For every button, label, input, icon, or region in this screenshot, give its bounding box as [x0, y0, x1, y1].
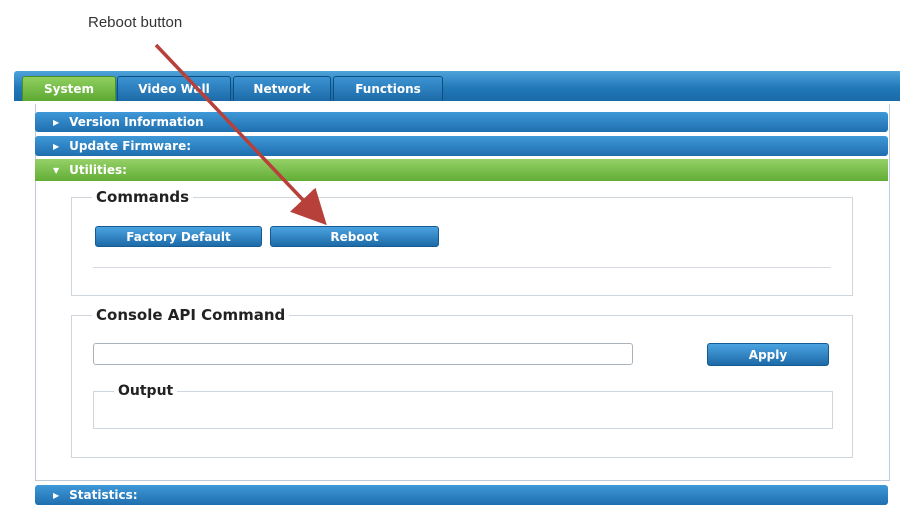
- arrow-line: [154, 43, 327, 226]
- annotation-arrow: [154, 43, 327, 226]
